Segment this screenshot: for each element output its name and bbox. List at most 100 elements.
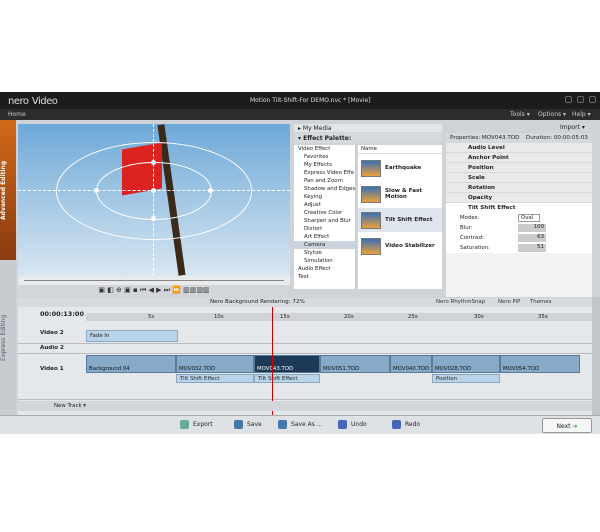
modes-select[interactable]: Oval	[518, 214, 540, 222]
ruler-tick: 35s	[538, 314, 548, 320]
import-button[interactable]: Import ▾	[560, 124, 585, 131]
clip-mov040[interactable]: MOV040.TOD	[390, 355, 432, 373]
timeline: 00:00:13:00 5s 10s 15s 20s 25s 30s 35s V…	[18, 307, 592, 415]
time-ruler[interactable]: 5s 10s 15s 20s 25s 30s 35s	[86, 313, 592, 321]
effect-categories: Video Effect Favorites My Effects Expres…	[294, 145, 356, 289]
save-button[interactable]: Save	[234, 420, 262, 429]
menu-tools[interactable]: Tools ▾	[510, 111, 530, 118]
status-bar: Nero Background Rendering: 72% Nero Rhyt…	[18, 298, 592, 307]
tab-advanced-editing[interactable]: Advanced Editing	[0, 120, 16, 260]
menu-options[interactable]: Options ▾	[538, 111, 566, 118]
right-handle[interactable]	[208, 188, 213, 193]
effect-thumbnail	[361, 237, 381, 255]
footer-toolbar: Export Save Save As ... Undo Redo Next ➜	[0, 415, 600, 434]
blur-field: Blur: 100	[446, 223, 592, 233]
close-icon[interactable]	[589, 96, 596, 103]
left-handle[interactable]	[94, 188, 99, 193]
new-track-button[interactable]: New Track ▾	[54, 403, 86, 409]
playback-controls[interactable]: ▣ ◧ ⊕ ▣ ▪ ⏮ ◀ ▶ ⏭ ⏩ ▥▥▥▥	[18, 285, 290, 297]
category-item[interactable]: Art Effect	[294, 233, 355, 241]
undo-icon	[338, 420, 347, 429]
effect-item[interactable]: Video Stabilizer	[358, 234, 442, 258]
effect-palette-header[interactable]: ▾ Effect Palette:	[294, 133, 442, 143]
next-button[interactable]: Next ➜	[542, 418, 592, 433]
effect-label[interactable]: Tilt Shift Effect	[176, 374, 254, 383]
effect-item[interactable]: Earthquake	[358, 156, 442, 180]
clip-mov032[interactable]: MOV032.TOD	[176, 355, 254, 373]
minimize-icon[interactable]	[565, 96, 573, 103]
category-item[interactable]: Express Video Effe	[294, 169, 355, 177]
export-button[interactable]: Export	[180, 420, 213, 429]
clip-fade-in[interactable]: Fade In	[86, 330, 178, 342]
themes-button[interactable]: Themes	[530, 299, 551, 305]
category-item[interactable]: Video Effect	[294, 145, 355, 153]
clip-background[interactable]: Background 04	[86, 355, 176, 373]
category-item[interactable]: Shadow and Edges	[294, 185, 355, 193]
effect-label[interactable]: Tilt Shift Effect	[254, 374, 320, 383]
category-item[interactable]: Pan and Zoom	[294, 177, 355, 185]
window-controls	[562, 96, 596, 105]
prop-group[interactable]: Audio Level	[446, 143, 592, 153]
track-label: Video 2	[40, 330, 64, 336]
video-preview[interactable]	[18, 124, 290, 276]
effect-thumbnail	[361, 211, 381, 229]
undo-button[interactable]: Undo	[338, 420, 367, 429]
pip-button[interactable]: Nero PiP	[498, 299, 520, 305]
top-handle[interactable]	[151, 160, 156, 165]
clip-mov054[interactable]: MOV054.TOD	[500, 355, 580, 373]
prop-group[interactable]: Rotation	[446, 183, 592, 193]
timeline-tool-strip[interactable]	[592, 297, 600, 415]
maximize-icon[interactable]	[577, 96, 585, 103]
home-button[interactable]: Home	[8, 111, 26, 118]
category-item[interactable]: Distort	[294, 225, 355, 233]
name-column-header[interactable]: Name	[358, 145, 442, 154]
category-item[interactable]: Text	[294, 273, 355, 281]
tab-express-editing[interactable]: Express Editing	[0, 260, 16, 415]
effect-item[interactable]: Slow & Fast Motion	[358, 182, 442, 206]
save-as-button[interactable]: Save As ...	[278, 420, 323, 429]
saturation-value[interactable]: 51	[518, 244, 546, 252]
center-handle[interactable]	[151, 188, 156, 193]
clip-mov043-selected[interactable]: MOV043.TOD	[254, 355, 320, 373]
rhythmsnap-button[interactable]: Nero RhythmSnap	[436, 299, 485, 305]
category-item[interactable]: Audio Effect	[294, 265, 355, 273]
ruler-tick: 10s	[214, 314, 224, 320]
category-item[interactable]: Keying	[294, 193, 355, 201]
category-item[interactable]: Sharpen and Blur	[294, 217, 355, 225]
contrast-value[interactable]: 63	[518, 234, 546, 242]
export-icon	[180, 420, 189, 429]
effect-item-selected[interactable]: Tilt Shift Effect	[358, 208, 442, 232]
category-item[interactable]: Adjust	[294, 201, 355, 209]
my-media-bar[interactable]: ▸ My Media	[294, 124, 442, 132]
ruler-tick: 30s	[474, 314, 484, 320]
prop-group[interactable]: Scale	[446, 173, 592, 183]
prop-group[interactable]: Anchor Point	[446, 153, 592, 163]
blur-value[interactable]: 100	[518, 224, 546, 232]
save-icon	[234, 420, 243, 429]
clip-mov051[interactable]: MOV051.TOD	[320, 355, 390, 373]
redo-button[interactable]: Redo	[392, 420, 420, 429]
category-item[interactable]: My Effects	[294, 161, 355, 169]
category-item[interactable]: Favorites	[294, 153, 355, 161]
ruler-tick: 25s	[408, 314, 418, 320]
menu-help[interactable]: Help ▾	[572, 111, 591, 118]
category-item-selected[interactable]: Camera	[294, 241, 355, 249]
ruler-tick: 20s	[344, 314, 354, 320]
save-as-icon	[278, 420, 287, 429]
category-item[interactable]: Simulation	[294, 257, 355, 265]
preview-scrubber[interactable]	[18, 276, 290, 285]
prop-group[interactable]: Opacity	[446, 193, 592, 203]
clip-mov028[interactable]: MOV028.TOD	[432, 355, 500, 373]
effect-thumbnail	[361, 185, 381, 203]
tilt-shift-effect-group[interactable]: Tilt Shift Effect	[446, 203, 592, 213]
redo-icon	[392, 420, 401, 429]
playhead[interactable]	[272, 307, 273, 415]
category-item[interactable]: Creative Color	[294, 209, 355, 217]
modes-field: Modes: Oval	[446, 213, 592, 223]
effect-label[interactable]: Position	[432, 374, 500, 383]
scrub-track	[24, 280, 284, 281]
properties-header: Properties: MOV043.TOD Duration: 00:00:05…	[446, 133, 592, 143]
bottom-handle[interactable]	[151, 216, 156, 221]
category-item[interactable]: Stylize	[294, 249, 355, 257]
prop-group[interactable]: Position	[446, 163, 592, 173]
